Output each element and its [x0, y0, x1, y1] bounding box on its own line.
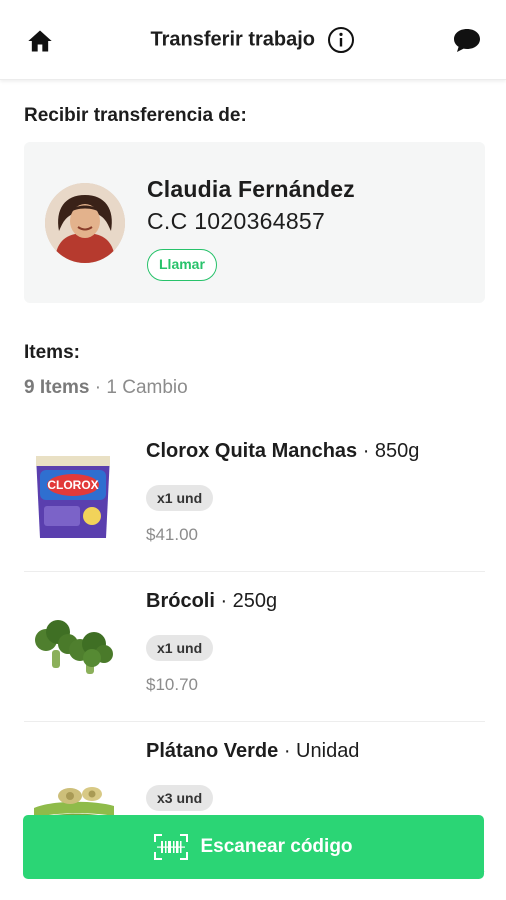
item-title: Brócoli [146, 590, 215, 612]
app-header: Transferir trabajo [0, 0, 506, 80]
avatar [45, 183, 125, 263]
broccoli-icon [35, 620, 113, 674]
item-price: $41.00 [146, 525, 198, 544]
item-title: Plátano Verde [146, 740, 279, 762]
person-document: C.C 1020364857 [147, 208, 326, 234]
page-title: Transferir trabajo [150, 28, 316, 51]
list-item[interactable]: Brócoli · 250g x1 und $10.70 [24, 572, 485, 722]
person-name: Claudia Fernández [147, 176, 355, 202]
items-summary: 9 Items · 1 Cambio [24, 377, 188, 399]
transfer-person-card: Claudia Fernández C.C 1020364857 Llamar [24, 142, 485, 303]
quantity-badge: x3 und [146, 785, 214, 811]
items-changes: 1 Cambio [106, 377, 188, 398]
items-count: 9 Items [24, 377, 90, 398]
item-name: Clorox Quita Manchas · 850g [146, 440, 419, 463]
header-title-wrap: Transferir trabajo [0, 26, 506, 54]
barcode-scan-icon [154, 834, 189, 860]
quantity-badge: x1 und [146, 635, 214, 661]
items-label: Items: [24, 342, 80, 363]
item-size: · Unidad [278, 740, 360, 762]
clorox-bag-icon: CLOROX [36, 456, 110, 538]
item-size: · 250g [214, 590, 278, 612]
item-name: Brócoli · 250g [146, 590, 277, 613]
scan-code-button[interactable]: Escanear código [23, 815, 484, 879]
call-button[interactable]: Llamar [147, 249, 217, 281]
list-item[interactable]: CLOROX Clorox Quita Manchas · 850g x1 un… [24, 422, 485, 572]
scan-button-label: Escanear código [200, 836, 353, 857]
quantity-badge: x1 und [146, 485, 214, 511]
item-name: Plátano Verde · Unidad [146, 740, 359, 763]
item-title: Clorox Quita Manchas [146, 440, 358, 462]
chat-bubble-icon[interactable] [452, 26, 482, 54]
transfer-from-label: Recibir transferencia de: [24, 105, 247, 126]
item-size: · 850g [357, 440, 420, 462]
item-price: $10.70 [146, 675, 198, 694]
summary-separator: · [89, 377, 107, 398]
svg-text:CLOROX: CLOROX [47, 478, 98, 492]
info-icon[interactable] [327, 26, 355, 54]
scan-button-content: Escanear código [154, 815, 353, 879]
